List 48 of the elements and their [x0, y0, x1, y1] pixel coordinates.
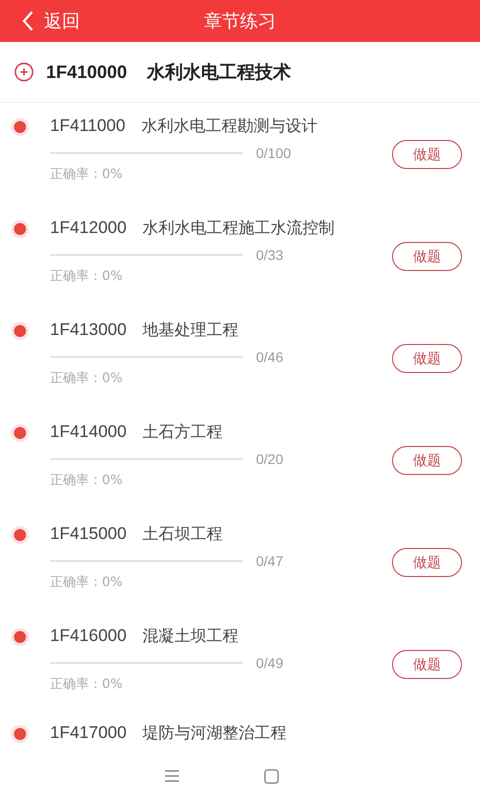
chapter-code: 1F417000	[50, 723, 127, 744]
accuracy-text: 正确率：0%	[50, 472, 124, 489]
bullet-dot	[14, 121, 26, 133]
chapter-code: 1F411000	[50, 116, 126, 137]
section-header[interactable]: 1F410000 水利水电工程技术	[0, 42, 480, 103]
menu-icon[interactable]	[164, 769, 180, 783]
accuracy-text: 正确率：0%	[50, 574, 124, 591]
chapter-title: 水利水电工程勘测与设计	[141, 116, 318, 137]
bullet-dot	[14, 223, 26, 235]
accuracy-text: 正确率：0%	[50, 370, 124, 387]
chapter-code: 1F413000	[50, 320, 127, 341]
chapter-code: 1F414000	[50, 422, 127, 443]
practice-button[interactable]: 做题	[392, 242, 462, 271]
chapter-code: 1F415000	[50, 524, 127, 545]
bullet-dot	[14, 631, 26, 643]
bullet-dot	[14, 529, 26, 541]
chapter-title: 水利水电工程施工水流控制	[142, 218, 335, 239]
expand-icon	[14, 62, 34, 82]
section-title: 水利水电工程技术	[147, 61, 292, 84]
chapter-code: 1F416000	[50, 626, 127, 647]
accuracy-text: 正确率：0%	[50, 166, 124, 183]
practice-button[interactable]: 做题	[392, 140, 462, 169]
practice-button[interactable]: 做题	[392, 344, 462, 373]
chapter-code: 1F412000	[50, 218, 127, 239]
question-count: 0/100	[256, 145, 292, 161]
home-icon[interactable]	[264, 768, 278, 784]
chapter-title: 混凝土坝工程	[142, 626, 239, 647]
chapter-title: 土石坝工程	[142, 524, 223, 545]
practice-button[interactable]: 做题	[392, 548, 462, 577]
accuracy-text: 正确率：0%	[50, 268, 124, 285]
question-count: 0/47	[256, 553, 284, 569]
back-icon	[22, 10, 34, 32]
question-count: 0/33	[256, 247, 284, 263]
question-count: 0/20	[256, 451, 284, 467]
bullet-dot	[14, 728, 26, 740]
screen-title: 章节练习	[203, 10, 277, 33]
section-code: 1F410000	[46, 62, 128, 82]
bullet-dot	[14, 427, 26, 439]
bullet-dot	[14, 325, 26, 337]
chapter-title: 堤防与河湖整治工程	[142, 723, 287, 744]
practice-button[interactable]: 做题	[392, 650, 462, 679]
practice-button[interactable]: 做题	[392, 446, 462, 475]
back-button[interactable]: 返回	[0, 9, 80, 33]
question-count: 0/46	[256, 349, 284, 365]
chapter-title: 土石方工程	[142, 422, 223, 443]
accuracy-text: 正确率：0%	[50, 676, 124, 693]
chapter-title: 地基处理工程	[142, 320, 239, 341]
question-count: 0/49	[256, 655, 284, 671]
